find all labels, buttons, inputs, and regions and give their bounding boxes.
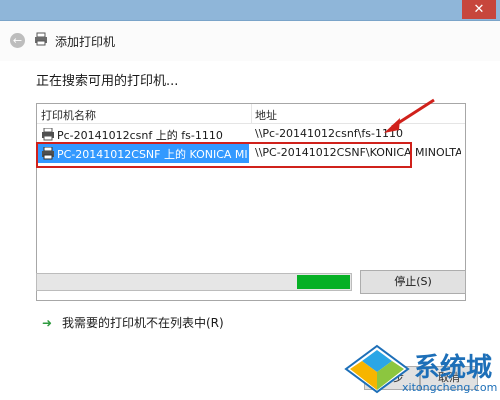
close-button[interactable]: ✕ [462,0,496,19]
column-header-printer-name[interactable]: 打印机名称 [41,107,96,123]
printer-not-listed-label: 我需要的打印机不在列表中(R) [62,316,224,330]
wizard-content: 正在搜索可用的打印机... 打印机名称 地址 Pc-20141012csnf 上… [0,61,500,400]
column-divider[interactable] [251,104,252,123]
highlight-box [36,142,412,168]
search-progress-bar [36,273,352,291]
window-titlebar: ✕ [0,0,500,21]
watermark-text: 系统城 [414,353,493,383]
search-status-heading: 正在搜索可用的打印机... [36,74,179,89]
back-button[interactable]: ← [10,33,25,48]
printer-name: Pc-20141012csnf 上的 fs-1110 [57,129,223,142]
watermark-url: xitongcheng.com [402,381,498,394]
close-icon: ✕ [473,2,485,17]
watermark-logo-icon [344,344,410,394]
page-title: 添加打印机 [55,35,116,49]
annotation-arrow [384,98,435,133]
navigation-bar: ← 添加打印机 [0,21,500,61]
printer-icon [35,32,47,46]
column-header-address[interactable]: 地址 [255,107,277,123]
back-arrow-icon: ← [12,34,23,47]
progress-fill [297,275,350,289]
printer-icon [42,128,54,141]
green-arrow-icon: ➜ [42,316,53,330]
stop-button[interactable]: 停止(S) [360,270,466,294]
watermark: 系统城 xitongcheng.com [342,344,500,400]
